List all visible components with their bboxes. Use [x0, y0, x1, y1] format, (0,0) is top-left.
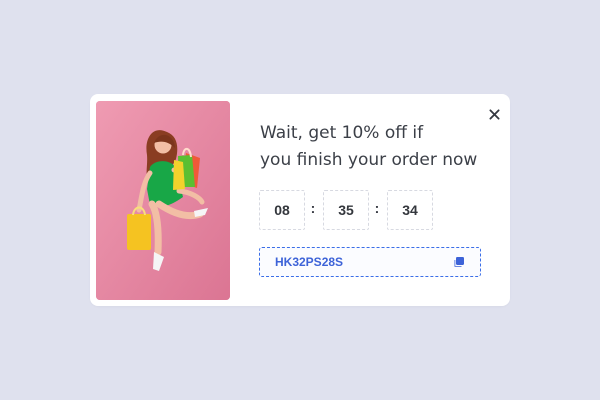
- countdown-minutes: 35: [323, 190, 369, 230]
- coupon-code-field[interactable]: HK32PS28S: [259, 247, 481, 277]
- countdown-separator: :: [374, 200, 380, 216]
- offer-headline: Wait, get 10% off if you finish your ord…: [260, 120, 500, 174]
- offer-headline-line-1: Wait, get 10% off if: [260, 123, 424, 143]
- discount-popup: Wait, get 10% off if you finish your ord…: [90, 94, 510, 306]
- close-icon: [488, 108, 500, 120]
- coupon-code: HK32PS28S: [275, 255, 344, 269]
- countdown-hours: 08: [259, 190, 305, 230]
- copy-button[interactable]: [453, 256, 465, 268]
- countdown-separator: :: [310, 200, 316, 216]
- shopper-illustration: [96, 101, 230, 300]
- countdown-seconds: 34: [387, 190, 433, 230]
- offer-headline-line-2: you finish your order now: [260, 150, 478, 170]
- countdown-timer: 08 : 35 : 34: [259, 190, 435, 230]
- copy-icon: [454, 257, 464, 267]
- shopper-photo: [96, 101, 230, 300]
